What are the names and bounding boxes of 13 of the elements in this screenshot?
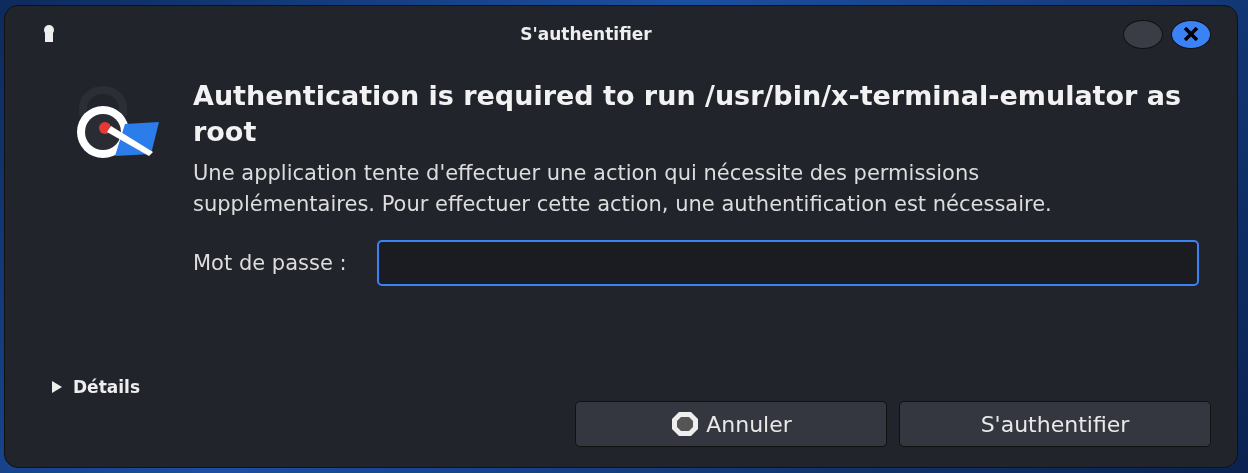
authenticate-button[interactable]: S'authentifier — [899, 401, 1211, 447]
window-title: S'authentifier — [519, 24, 653, 44]
dialog-heading: Authentication is required to run /usr/bin/x-terminal-emulator as root — [193, 79, 1183, 149]
password-label: Mot de passe : — [193, 251, 347, 275]
close-button[interactable] — [1171, 19, 1211, 49]
stop-icon — [670, 410, 701, 438]
close-icon — [1183, 27, 1199, 41]
password-field[interactable] — [376, 240, 1199, 286]
dialog-message: Une application tente d'effectuer une action qui nécessite des permissions supplémentaires. Pour effectuer cette action, une authentification est nécessaire. — [193, 160, 1053, 218]
keyhole-icon — [41, 24, 57, 44]
details-expander[interactable]: Détails — [51, 377, 140, 397]
expander-arrow-icon — [51, 380, 63, 394]
cancel-button[interactable]: Annuler — [575, 401, 887, 447]
